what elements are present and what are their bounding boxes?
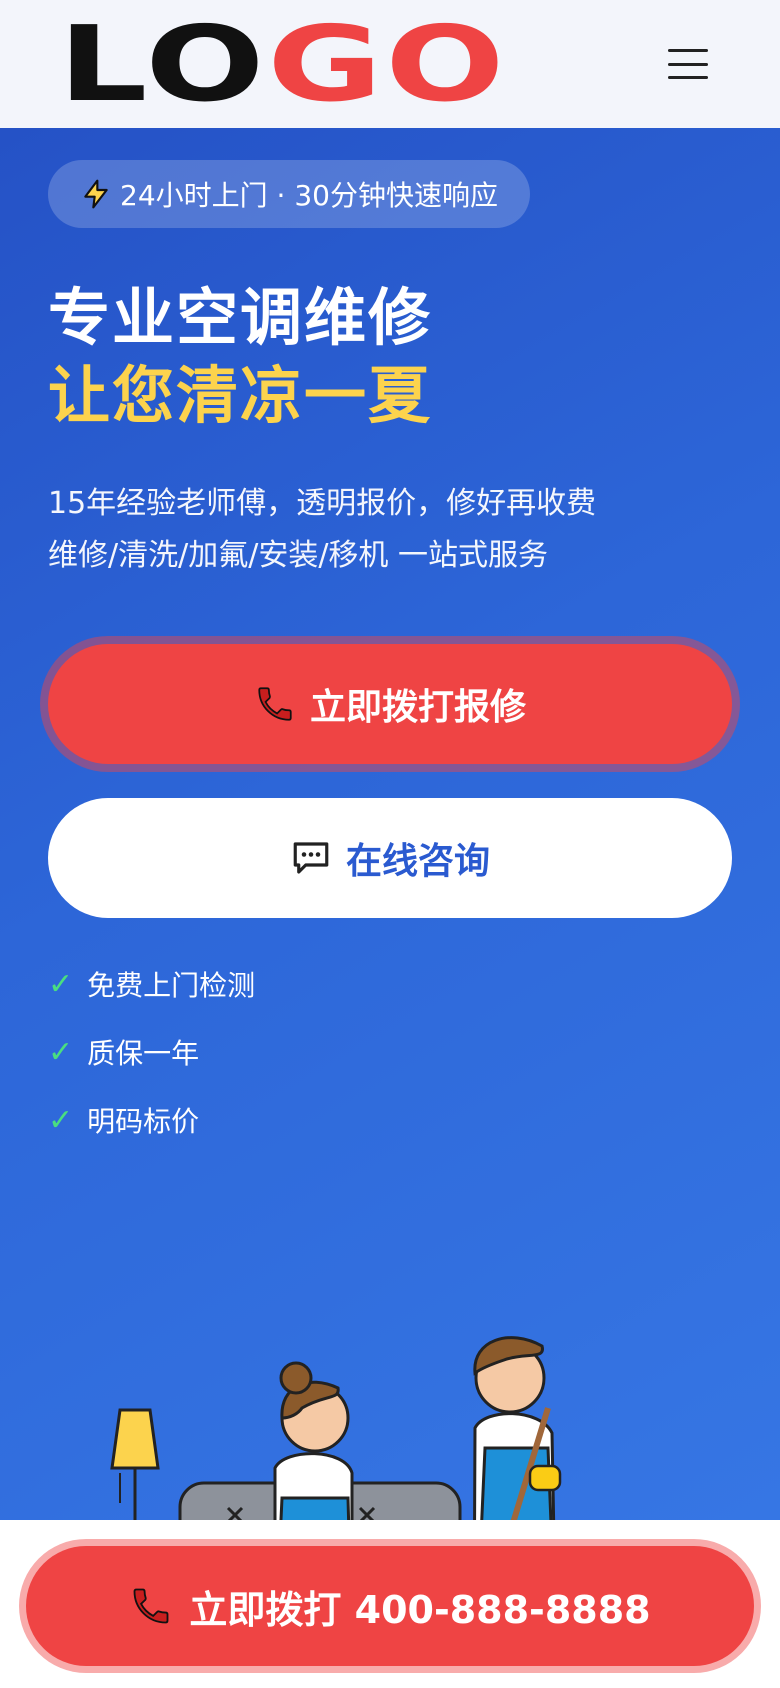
hero-section: 24小时上门 · 30分钟快速响应 专业空调维修 让您清凉一夏 15年经验老师傅… — [0, 128, 780, 1520]
online-consult-button[interactable]: 在线咨询 — [48, 798, 732, 918]
subtitle-line-2: 维修/清洗/加氟/安装/移机 一站式服务 — [48, 538, 548, 573]
online-consult-label: 在线咨询 — [345, 841, 490, 882]
feature-list: ✓ 免费上门检测 ✓ 质保一年 ✓ 明码标价 — [48, 966, 255, 1170]
phone-icon — [133, 1588, 169, 1624]
hero-title: 专业空调维修 — [48, 281, 433, 354]
male-technician-icon — [473, 1336, 562, 1520]
site-header: LO GO — [0, 0, 780, 128]
feature-item: ✓ 免费上门检测 — [48, 966, 256, 1003]
feature-item: ✓ 明码标价 — [48, 1102, 255, 1139]
badge-text: 24小时上门 · 30分钟快速响应 — [120, 179, 498, 212]
check-icon: ✓ — [48, 966, 74, 1002]
call-repair-label: 立即拨打报修 — [309, 687, 526, 728]
sticky-footer: 立即拨打 400-888-8888 — [0, 1520, 780, 1688]
feature-item: ✓ 质保一年 — [48, 1034, 255, 1071]
floor-lamp-icon — [110, 1408, 160, 1520]
lightning-icon — [84, 179, 108, 209]
logo-part-red: GO — [267, 3, 508, 125]
call-repair-button[interactable]: 立即拨打报修 — [48, 644, 732, 764]
service-badge: 24小时上门 · 30分钟快速响应 — [48, 160, 530, 228]
logo-part-black: LO — [58, 3, 268, 125]
technicians-illustration — [110, 1336, 562, 1520]
hamburger-icon[interactable] — [668, 49, 708, 79]
hero-subtitle: 15年经验老师傅，透明报价，修好再收费 维修/清洗/加氟/安装/移机 一站式服务 — [48, 478, 596, 582]
subtitle-line-1: 15年经验老师傅，透明报价，修好再收费 — [48, 486, 597, 521]
chat-bubble-icon — [293, 842, 329, 874]
footer-call-label: 立即拨打 400-888-8888 — [189, 1587, 651, 1632]
feature-label: 免费上门检测 — [87, 969, 256, 1002]
feature-label: 明码标价 — [87, 1105, 200, 1138]
check-icon: ✓ — [48, 1102, 74, 1138]
check-icon: ✓ — [48, 1034, 74, 1070]
logo[interactable]: LO GO — [58, 12, 507, 116]
phone-icon — [258, 687, 292, 721]
hero-title-highlight: 让您清凉一夏 — [48, 359, 433, 432]
footer-call-button[interactable]: 立即拨打 400-888-8888 — [26, 1546, 754, 1666]
feature-label: 质保一年 — [87, 1037, 200, 1070]
